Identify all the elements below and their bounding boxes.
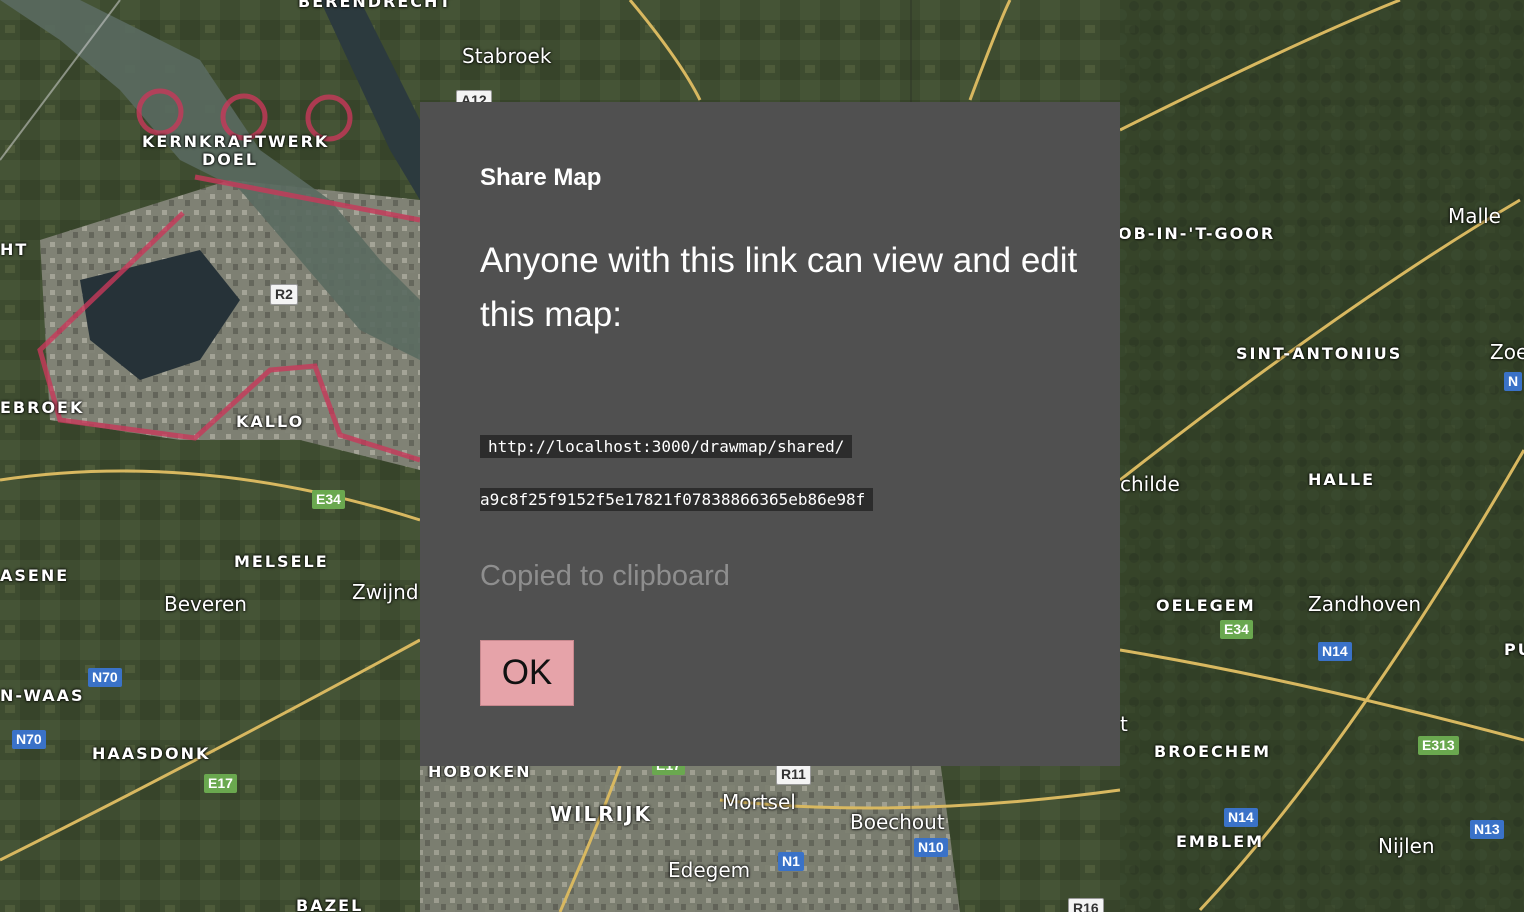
map-place-label: Zoe [1490,340,1524,364]
map-place-label: Nijlen [1378,834,1435,858]
map-place-label: KALLO [236,412,305,431]
map-place-label: Edegem [668,858,751,882]
map-place-label: Beveren [164,592,247,616]
map-place-label: OB-IN-'T-GOOR [1118,224,1276,243]
map-place-label: Zandhoven [1308,592,1422,616]
map-place-label: EBROEK [0,398,85,417]
share-link-part-1[interactable]: http://localhost:3000/drawmap/shared/ [480,435,853,458]
map-place-label: BAZEL [296,896,364,912]
map-place-label: KERNKRAFTWERK [142,132,330,151]
road-shield: E17 [204,774,237,793]
map-place-label: SINT-ANTONIUS [1236,344,1403,363]
map-place-label: Boechout [850,810,945,834]
map-place-label: Stabroek [462,44,552,68]
map-place-label: Malle [1448,204,1501,228]
map-place-label: t [1120,712,1128,736]
road-shield: E34 [1220,620,1253,639]
map-place-label: PU [1504,640,1524,659]
road-shield: N14 [1318,642,1352,661]
share-link-part-2[interactable]: a9c8f25f9152f5e17821f07838866365eb86e98f [480,488,874,511]
road-shield: N70 [12,730,46,749]
road-shield: N13 [1470,820,1504,839]
map-place-label: Mortsel [722,790,796,814]
map-place-label: BROECHEM [1154,742,1272,761]
map-place-label: HT [0,240,29,259]
road-shield: R2 [270,284,298,305]
share-link[interactable]: http://localhost:3000/drawmap/shared/ a9… [480,420,940,526]
road-shield: N [1504,372,1523,391]
road-shield: R16 [1068,898,1104,912]
map-place-label: BERENDRECHT [298,0,453,11]
road-shield: N14 [1224,808,1258,827]
map-place-label: DOEL [202,150,259,169]
map-place-label: WILRIJK [550,802,653,826]
map-place-label: MELSELE [234,552,329,571]
dialog-description: Anyone with this link can view and edit … [480,241,1078,334]
map-place-label: HALLE [1308,470,1376,489]
share-map-dialog: Share Map Anyone with this link can view… [420,102,1120,766]
road-shield: N1 [778,852,804,871]
road-shield: N10 [914,838,948,857]
road-shield: R11 [776,764,811,785]
ok-button[interactable]: OK [480,640,574,706]
road-shield: N70 [88,668,122,687]
map-place-label: EMBLEM [1176,832,1265,851]
map-place-label: N-WAAS [0,686,85,705]
map-place-label: childe [1120,472,1180,496]
map-place-label: Zwijnd [352,580,419,604]
map-place-label: OELEGEM [1156,596,1256,615]
map-place-label: ASENE [0,566,70,585]
road-shield: E313 [1418,736,1459,755]
dialog-title: Share Map [480,164,602,191]
copied-status: Copied to clipboard [480,560,730,592]
map-place-label: HAASDONK [92,744,211,763]
road-shield: E34 [312,490,345,509]
